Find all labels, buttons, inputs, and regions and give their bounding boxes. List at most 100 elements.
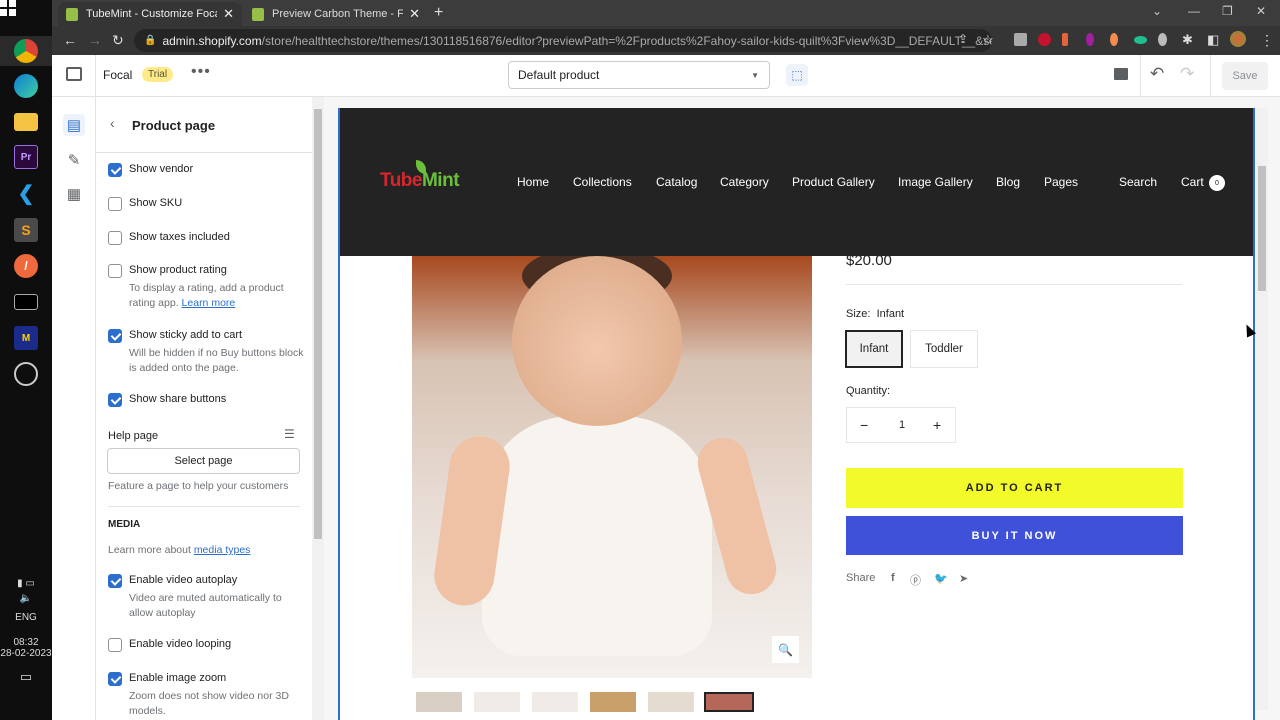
close-tab-icon[interactable]: ✕	[409, 6, 420, 22]
restore-icon[interactable]: ❐	[1222, 4, 1233, 18]
quantity-value[interactable]: 1	[899, 419, 905, 431]
obs-icon[interactable]	[14, 362, 38, 386]
language-indicator[interactable]: ENG	[0, 612, 52, 623]
inspector-toggle-icon[interactable]: ⬚	[786, 64, 808, 86]
extension-icon[interactable]	[1110, 33, 1118, 46]
media-types-link[interactable]: media types	[194, 544, 251, 556]
checkbox-show-rating[interactable]	[108, 264, 122, 278]
bookmark-star-icon[interactable]: ☆	[982, 32, 994, 48]
checkbox-show-sku[interactable]	[108, 197, 122, 211]
app-embeds-icon[interactable]: ▦	[63, 183, 85, 205]
nav-home[interactable]: Home	[517, 175, 549, 189]
add-to-cart-button[interactable]: ADD TO CART	[846, 468, 1183, 508]
blue-app-icon[interactable]: M	[14, 326, 38, 350]
browser-menu-icon[interactable]: ⋮	[1260, 32, 1274, 49]
profile-avatar[interactable]	[1230, 31, 1246, 47]
nav-image-gallery[interactable]: Image Gallery	[898, 175, 973, 189]
checkbox-show-vendor[interactable]	[108, 163, 122, 177]
nav-cart[interactable]: Cart	[1181, 175, 1204, 189]
side-panel-icon[interactable]: ◧	[1207, 32, 1219, 48]
checkbox-share-buttons[interactable]	[108, 393, 122, 407]
preview-scrollbar[interactable]	[1256, 108, 1268, 710]
checkbox-video-looping[interactable]	[108, 638, 122, 652]
nav-catalog[interactable]: Catalog	[656, 175, 697, 189]
twitter-icon[interactable]: 🐦	[934, 572, 948, 585]
back-icon[interactable]: ←	[63, 32, 77, 48]
undo-icon[interactable]: ↶	[1150, 64, 1164, 84]
close-window-icon[interactable]: ✕	[1256, 4, 1266, 18]
download-extension-icon[interactable]	[1158, 33, 1167, 46]
save-button[interactable]: Save	[1222, 62, 1268, 90]
clock-date[interactable]: 28-02-2023	[0, 648, 52, 659]
orange-app-icon[interactable]: /	[14, 254, 38, 278]
scrollbar-thumb[interactable]	[1258, 166, 1266, 291]
nav-search[interactable]: Search	[1119, 175, 1157, 189]
sublime-text-icon[interactable]: S	[14, 218, 38, 242]
theme-settings-brush-icon[interactable]: ✎	[63, 149, 85, 171]
desktop-preview-icon[interactable]	[1114, 68, 1128, 80]
back-chevron-icon[interactable]: ‹	[110, 115, 115, 131]
product-thumbnail-selected[interactable]	[704, 692, 754, 712]
panel-scrollbar[interactable]	[312, 97, 324, 720]
store-logo[interactable]: TubeMint	[380, 160, 460, 192]
checkbox-image-zoom[interactable]	[108, 672, 122, 686]
product-thumbnail[interactable]	[590, 692, 636, 712]
tab-search-icon[interactable]: ⌄	[1152, 4, 1162, 18]
increase-quantity-button[interactable]: +	[933, 417, 941, 433]
chrome-icon[interactable]	[14, 39, 38, 63]
windows-start-icon[interactable]	[0, 0, 16, 16]
dynamic-source-icon[interactable]: ☰	[284, 427, 295, 441]
notifications-icon[interactable]: ▭	[0, 669, 52, 685]
volume-icon[interactable]: 🔈	[0, 593, 52, 604]
scrollbar-thumb[interactable]	[314, 109, 322, 539]
close-tab-icon[interactable]: ✕	[223, 6, 234, 22]
select-page-button[interactable]: Select page	[107, 448, 300, 474]
size-option-infant[interactable]: Infant	[845, 330, 903, 368]
zoom-magnifier-icon[interactable]: 🔍	[772, 636, 799, 663]
checkbox-video-autoplay[interactable]	[108, 574, 122, 588]
nav-category[interactable]: Category	[720, 175, 769, 189]
size-option-toddler[interactable]: Toddler	[910, 330, 978, 368]
terminal-icon[interactable]	[14, 294, 38, 310]
vscode-icon[interactable]: ❮	[14, 181, 38, 205]
premiere-pro-icon[interactable]: Pr	[14, 145, 38, 169]
template-select[interactable]: Default product ▼	[508, 61, 770, 89]
product-thumbnail[interactable]	[532, 692, 578, 712]
redo-icon[interactable]: ↷	[1180, 64, 1194, 84]
extension-icon[interactable]	[1134, 36, 1147, 44]
address-bar[interactable]: 🔒 admin.shopify.com/store/healthtechstor…	[134, 29, 992, 52]
adblock-extension-icon[interactable]	[1038, 33, 1051, 46]
product-thumbnail[interactable]	[416, 692, 462, 712]
new-tab-button[interactable]: +	[434, 4, 443, 22]
extensions-puzzle-icon[interactable]: ✱	[1182, 32, 1193, 48]
nav-product-gallery[interactable]: Product Gallery	[792, 175, 875, 189]
nav-pages[interactable]: Pages	[1044, 175, 1078, 189]
file-explorer-icon[interactable]	[14, 113, 38, 131]
minimize-icon[interactable]: —	[1188, 4, 1200, 18]
pinterest-icon[interactable]: ⓟ	[910, 572, 921, 588]
reload-icon[interactable]: ↻	[112, 32, 124, 49]
edge-icon[interactable]	[14, 74, 38, 98]
forward-icon[interactable]: →	[88, 32, 102, 48]
decrease-quantity-button[interactable]: −	[860, 417, 868, 433]
learn-more-link[interactable]: Learn more	[182, 297, 236, 309]
clock-time[interactable]: 08:32	[0, 637, 52, 648]
share-page-icon[interactable]: ⇪	[958, 32, 968, 46]
facebook-icon[interactable]: f	[891, 572, 895, 584]
screenshot-extension-icon[interactable]	[1014, 33, 1027, 46]
sections-icon[interactable]: ▤	[63, 114, 85, 136]
browser-tab-customize[interactable]: TubeMint - Customize Focal - Sho ✕	[58, 2, 242, 26]
product-thumbnail[interactable]	[474, 692, 520, 712]
extension-icon[interactable]	[1062, 33, 1068, 46]
checkbox-show-taxes[interactable]	[108, 231, 122, 245]
email-send-icon[interactable]: ➤	[959, 572, 968, 585]
browser-tab-preview[interactable]: Preview Carbon Theme - Focal Ed ✕	[244, 2, 428, 26]
nav-blog[interactable]: Blog	[996, 175, 1020, 189]
network-icon[interactable]: ▮ ▭	[0, 578, 52, 589]
exit-editor-icon[interactable]	[66, 67, 82, 81]
more-actions-button[interactable]: •••	[191, 63, 211, 81]
extension-icon[interactable]	[1086, 33, 1094, 46]
nav-collections[interactable]: Collections	[573, 175, 632, 189]
buy-it-now-button[interactable]: BUY IT NOW	[846, 516, 1183, 555]
product-image[interactable]: 🔍	[412, 256, 812, 678]
